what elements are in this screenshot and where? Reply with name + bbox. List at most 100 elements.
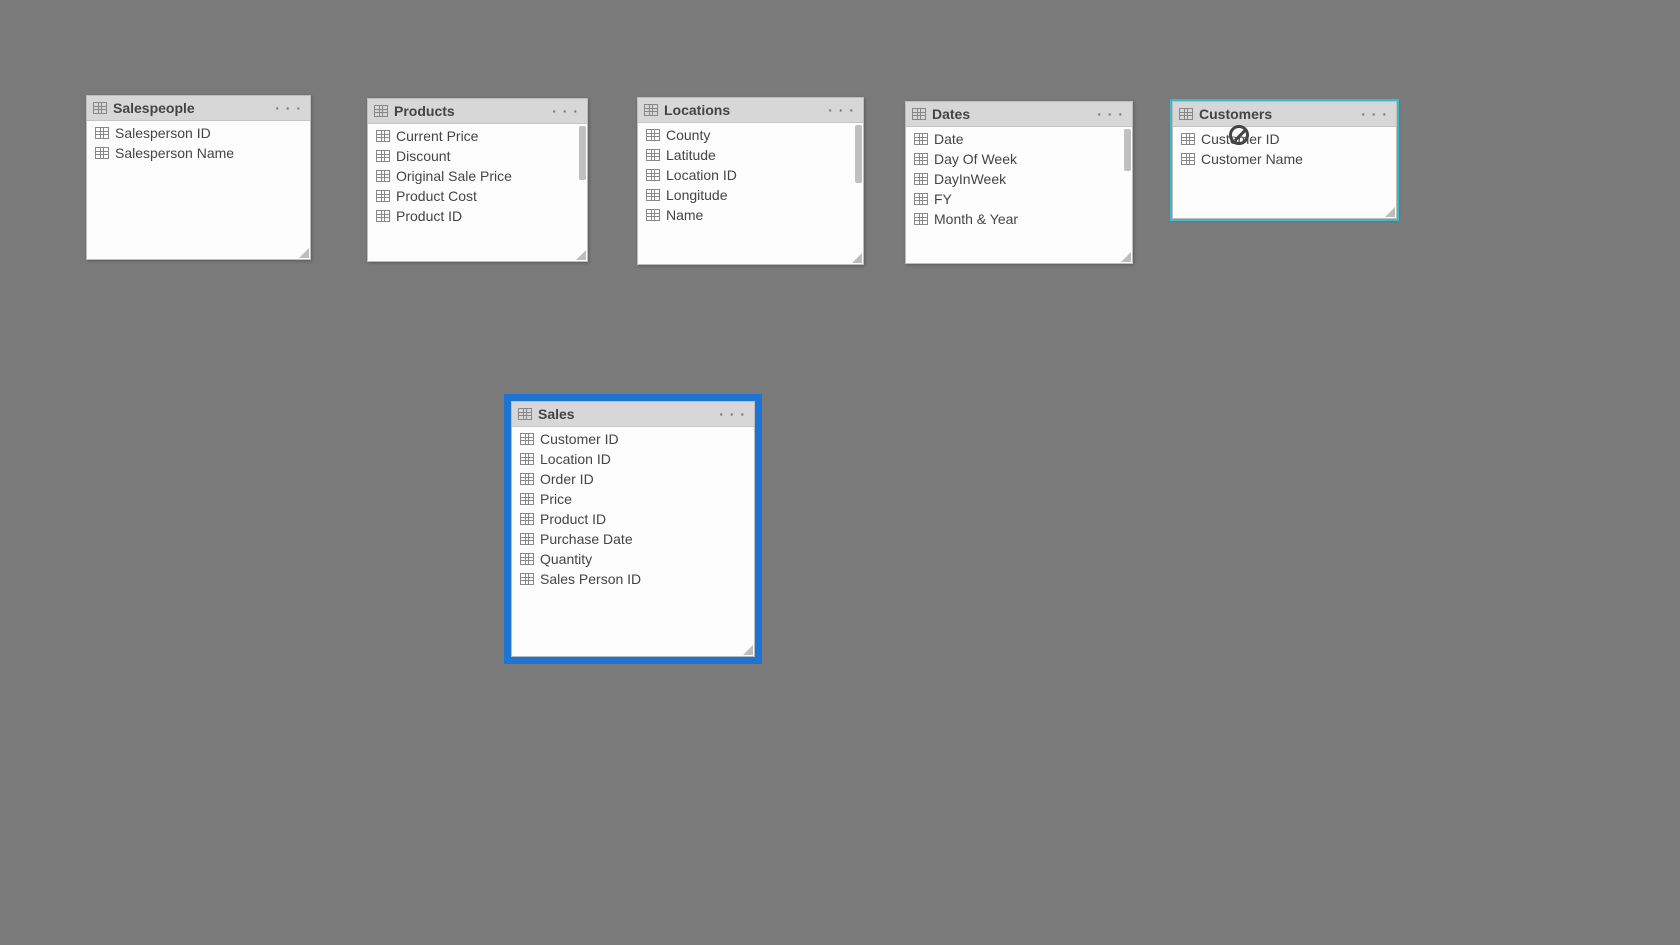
table-header-sales[interactable]: Sales · · · [512, 402, 754, 427]
resize-handle[interactable] [299, 248, 309, 258]
field-icon [646, 129, 660, 141]
field-row[interactable]: Location ID [638, 165, 863, 185]
scrollbar-thumb[interactable] [1124, 129, 1131, 171]
field-row[interactable]: Customer Name [1173, 149, 1396, 169]
field-row[interactable]: Longitude [638, 185, 863, 205]
field-list-customers: Customer ID Customer Name [1173, 127, 1396, 218]
field-row[interactable]: Month & Year [906, 209, 1132, 229]
field-row[interactable]: FY [906, 189, 1132, 209]
field-row[interactable]: Customer ID [512, 429, 754, 449]
field-row[interactable]: Salesperson Name [87, 143, 310, 163]
field-row[interactable]: Price [512, 489, 754, 509]
table-salespeople[interactable]: Salespeople · · · Salesperson ID Salespe… [86, 95, 311, 260]
field-icon [376, 130, 390, 142]
field-row[interactable]: Purchase Date [512, 529, 754, 549]
table-dates[interactable]: Dates · · · Date Day Of Week DayInWeek F… [905, 101, 1133, 264]
more-options-button[interactable]: · · · [717, 406, 748, 422]
table-title: Salespeople [113, 100, 195, 116]
field-icon [1181, 133, 1195, 145]
field-icon [646, 209, 660, 221]
field-label: Discount [396, 148, 450, 164]
field-label: Order ID [540, 471, 594, 487]
field-row[interactable]: Quantity [512, 549, 754, 569]
field-row[interactable]: County [638, 125, 863, 145]
field-row[interactable]: Latitude [638, 145, 863, 165]
field-row[interactable]: Discount [368, 146, 587, 166]
field-list-dates: Date Day Of Week DayInWeek FY Month & Ye… [906, 127, 1132, 263]
table-icon [644, 104, 658, 116]
field-icon [646, 149, 660, 161]
field-row[interactable]: Date [906, 129, 1132, 149]
resize-handle[interactable] [576, 250, 586, 260]
field-row[interactable]: Original Sale Price [368, 166, 587, 186]
field-row[interactable]: Product ID [512, 509, 754, 529]
table-icon [1179, 108, 1193, 120]
table-header-locations[interactable]: Locations · · · [638, 98, 863, 123]
table-header-dates[interactable]: Dates · · · [906, 102, 1132, 127]
field-row[interactable]: DayInWeek [906, 169, 1132, 189]
field-label: Product ID [540, 511, 606, 527]
table-sales[interactable]: Sales · · · Customer ID Location ID Orde… [511, 401, 755, 657]
field-row[interactable]: Day Of Week [906, 149, 1132, 169]
field-icon [520, 473, 534, 485]
field-row[interactable]: Order ID [512, 469, 754, 489]
field-icon [1181, 153, 1195, 165]
field-row[interactable]: Name [638, 205, 863, 225]
scrollbar-thumb[interactable] [579, 126, 586, 180]
field-label: Price [540, 491, 572, 507]
resize-handle[interactable] [743, 645, 753, 655]
table-title: Locations [664, 102, 730, 118]
table-header-salespeople[interactable]: Salespeople · · · [87, 96, 310, 121]
table-customers[interactable]: Customers · · · Customer ID Customer Nam… [1172, 101, 1397, 219]
field-list-products: Current Price Discount Original Sale Pri… [368, 124, 587, 261]
model-canvas[interactable]: Salespeople · · · Salesperson ID Salespe… [0, 0, 1680, 945]
field-row[interactable]: Current Price [368, 126, 587, 146]
field-icon [646, 169, 660, 181]
field-label: Customer ID [1201, 131, 1280, 147]
field-icon [520, 573, 534, 585]
field-list-salespeople: Salesperson ID Salesperson Name [87, 121, 310, 259]
field-label: Product Cost [396, 188, 477, 204]
field-label: Current Price [396, 128, 478, 144]
field-icon [914, 213, 928, 225]
table-products[interactable]: Products · · · Current Price Discount Or… [367, 98, 588, 262]
field-row[interactable]: Customer ID [1173, 129, 1396, 149]
field-icon [520, 553, 534, 565]
field-row[interactable]: Salesperson ID [87, 123, 310, 143]
field-row[interactable]: Product ID [368, 206, 587, 226]
field-icon [520, 453, 534, 465]
table-locations[interactable]: Locations · · · County Latitude Location… [637, 97, 864, 265]
resize-handle[interactable] [852, 253, 862, 263]
scrollbar-thumb[interactable] [855, 125, 862, 183]
field-icon [95, 147, 109, 159]
field-label: Customer Name [1201, 151, 1303, 167]
field-row[interactable]: Location ID [512, 449, 754, 469]
table-icon [374, 105, 388, 117]
resize-handle[interactable] [1121, 252, 1131, 262]
table-icon [518, 408, 532, 420]
field-label: Date [934, 131, 964, 147]
table-header-customers[interactable]: Customers · · · [1173, 102, 1396, 127]
field-icon [914, 173, 928, 185]
field-label: Location ID [540, 451, 611, 467]
field-row[interactable]: Product Cost [368, 186, 587, 206]
field-list-sales: Customer ID Location ID Order ID Price P… [512, 427, 754, 656]
field-row[interactable]: Sales Person ID [512, 569, 754, 589]
table-header-products[interactable]: Products · · · [368, 99, 587, 124]
more-options-button[interactable]: · · · [826, 102, 857, 118]
field-label: Latitude [666, 147, 716, 163]
more-options-button[interactable]: · · · [1095, 106, 1126, 122]
field-label: Longitude [666, 187, 728, 203]
more-options-button[interactable]: · · · [550, 103, 581, 119]
more-options-button[interactable]: · · · [1359, 106, 1390, 122]
resize-handle[interactable] [1385, 207, 1395, 217]
field-label: Purchase Date [540, 531, 633, 547]
more-options-button[interactable]: · · · [273, 100, 304, 116]
field-label: Original Sale Price [396, 168, 512, 184]
field-label: Product ID [396, 208, 462, 224]
field-label: Salesperson ID [115, 125, 211, 141]
field-icon [520, 533, 534, 545]
table-title: Sales [538, 406, 575, 422]
table-title: Dates [932, 106, 970, 122]
field-list-locations: County Latitude Location ID Longitude Na… [638, 123, 863, 264]
